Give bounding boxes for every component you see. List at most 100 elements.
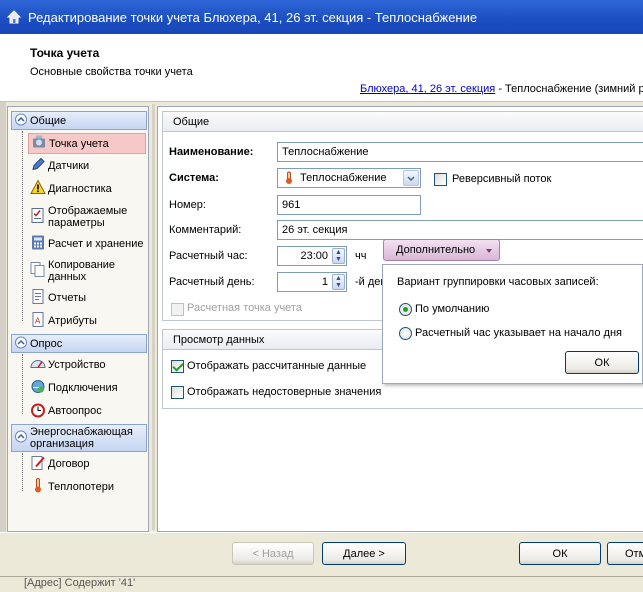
report-icon: [30, 289, 46, 308]
connection-icon: [30, 379, 46, 398]
system-value: Теплоснабжение: [300, 172, 387, 184]
window-title: Редактирование точки учета Блюхера, 41, …: [28, 9, 478, 25]
meter-icon: [31, 134, 47, 153]
option-default-label: По умолчанию: [415, 303, 490, 315]
chevron-up-icon: [15, 430, 27, 446]
calc-point-checkbox[interactable]: [171, 303, 184, 316]
popup-ok-button[interactable]: ОК: [565, 351, 639, 374]
day-stepper[interactable]: 1 ▲ ▼: [277, 272, 347, 292]
sidebar-item-label: Подключения: [48, 382, 118, 394]
sidebar-item-label: Отображаемые параметры: [48, 205, 128, 229]
sidebar-group-label: Энергоснабжающая организация: [30, 426, 133, 450]
show-unreliable-label: Отображать недостоверные значения: [187, 386, 382, 398]
sidebar-item-label: Автоопрос: [48, 405, 102, 417]
tree-line: [22, 354, 23, 414]
sidebar-group-supplier[interactable]: Энергоснабжающая организация: [11, 424, 147, 452]
more-options-label: Дополнительно: [396, 244, 476, 256]
pencil-icon: [30, 157, 46, 176]
ok-button[interactable]: ОК: [519, 542, 601, 565]
sidebar-item-contract[interactable]: Договор: [28, 454, 146, 474]
sidebar-group-general[interactable]: Общие: [11, 111, 147, 130]
breadcrumb-link[interactable]: Блюхера, 41, 26 эт. секция: [360, 83, 495, 95]
tree-line: [22, 131, 23, 321]
thermometer-icon: [30, 478, 46, 497]
sidebar-item-calculation[interactable]: Расчет и хранение: [28, 234, 146, 254]
section-header: Общие: [163, 112, 643, 132]
back-button[interactable]: < Назад: [232, 542, 314, 565]
day-value: 1: [321, 276, 328, 288]
spinner-icon[interactable]: ▲ ▼: [332, 248, 345, 264]
sidebar-group-polling[interactable]: Опрос: [11, 334, 147, 353]
window-titlebar[interactable]: Редактирование точки учета Блюхера, 41, …: [0, 0, 643, 34]
day-label: Расчетный день:: [169, 276, 255, 288]
tree-line: [22, 453, 23, 491]
sidebar-item-displayed-params[interactable]: Отображаемые параметры: [28, 202, 146, 232]
sidebar-item-diagnostics[interactable]: Диагностика: [28, 179, 146, 199]
show-unreliable-checkbox[interactable]: [171, 386, 184, 399]
hour-stepper[interactable]: 23:00 ▲ ▼: [277, 246, 347, 266]
sidebar-item-label: Теплопотери: [48, 481, 114, 493]
chevron-down-icon[interactable]: [403, 170, 419, 186]
copy-icon: [30, 262, 46, 281]
sidebar-item-label: Датчики: [48, 160, 90, 172]
sidebar-item-attributes[interactable]: A Атрибуты: [28, 311, 146, 331]
warning-icon: [30, 179, 46, 199]
sidebar-item-label: Отчеты: [48, 292, 87, 304]
show-calculated-label: Отображать рассчитанные данные: [187, 360, 367, 372]
show-calculated-checkbox[interactable]: [171, 360, 184, 373]
sidebar-item-metering-point[interactable]: Точка учета: [28, 133, 146, 154]
number-field[interactable]: 961: [277, 195, 421, 215]
sidebar-item-label: Атрибуты: [48, 315, 97, 327]
page-subtitle: Основные свойства точки учета: [30, 66, 193, 78]
page-title: Точка учета: [30, 46, 100, 60]
sidebar-item-sensors[interactable]: Датчики: [28, 156, 146, 176]
gauge-icon: [30, 356, 46, 375]
footer: < Назад Далее > ОК Отм: [0, 532, 643, 576]
number-label: Номер:: [169, 199, 206, 211]
page-header: Точка учета Основные свойства точки учет…: [0, 34, 643, 102]
contract-icon: [30, 455, 46, 474]
splitter[interactable]: [152, 104, 155, 530]
option-start-radio[interactable]: [399, 327, 412, 340]
spinner-icon[interactable]: ▲ ▼: [332, 274, 345, 290]
name-label: Наименование:: [169, 146, 254, 158]
clock-icon: [30, 402, 46, 421]
reverse-flow-checkbox[interactable]: [434, 173, 447, 186]
reverse-flow-label: Реверсивный поток: [452, 173, 552, 185]
cancel-button[interactable]: Отм: [607, 542, 643, 565]
grouping-popup: Вариант группировки часовых записей: По …: [382, 264, 643, 384]
sidebar-group-label: Общие: [30, 114, 67, 127]
hour-label: Расчетный час:: [169, 250, 248, 262]
left-edge: [0, 102, 6, 532]
option-default-radio[interactable]: [399, 303, 412, 316]
status-bar: [Адрес] Содержит '41': [0, 576, 643, 592]
sidebar-item-connections[interactable]: Подключения: [28, 378, 146, 398]
more-options-button[interactable]: Дополнительно: [383, 239, 500, 261]
system-select[interactable]: Теплоснабжение: [277, 168, 421, 188]
next-button[interactable]: Далее >: [322, 542, 406, 565]
sidebar-item-device[interactable]: Устройство: [28, 355, 146, 375]
system-label: Система:: [169, 172, 219, 184]
sidebar-item-label: Диагностика: [48, 183, 112, 195]
chevron-up-icon: [15, 113, 27, 128]
option-start-label: Расчетный час указывает на начало дня: [415, 327, 622, 339]
name-field[interactable]: Теплоснабжение: [277, 142, 643, 162]
comment-field[interactable]: 26 эт. секция: [277, 220, 643, 240]
sidebar-item-autopoll[interactable]: Автоопрос: [28, 401, 146, 421]
sidebar-item-label: Договор: [48, 458, 90, 470]
sidebar-item-label: Копирование данных: [48, 259, 116, 283]
sidebar-item-reports[interactable]: Отчеты: [28, 288, 146, 308]
chevron-up-icon: [15, 336, 27, 351]
sidebar-item-copy-data[interactable]: Копирование данных: [28, 256, 146, 286]
chevron-down-icon: [485, 246, 493, 258]
sidebar-item-label: Устройство: [48, 359, 106, 371]
sidebar-item-heat-loss[interactable]: Теплопотери: [28, 477, 146, 497]
thermometer-icon: [282, 171, 296, 187]
comment-label: Комментарий:: [169, 224, 242, 236]
sidebar-item-label: Точка учета: [49, 137, 109, 150]
attribute-icon: A: [30, 312, 46, 331]
house-icon: [6, 9, 22, 25]
popup-title: Вариант группировки часовых записей:: [397, 276, 599, 288]
calculator-icon: [30, 235, 46, 254]
sidebar-group-label: Опрос: [30, 337, 63, 350]
